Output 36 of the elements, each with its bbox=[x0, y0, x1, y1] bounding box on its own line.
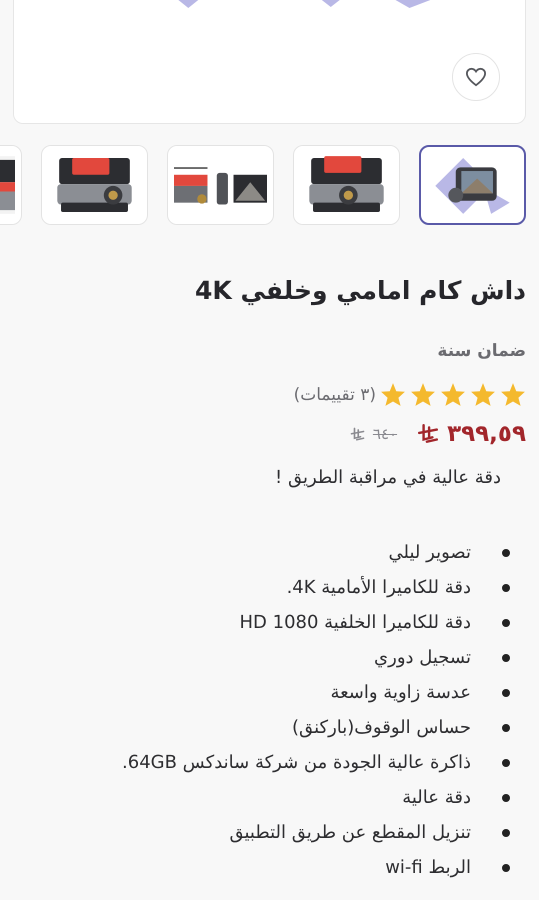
product-tagline: دقة عالية في مراقبة الطريق ! bbox=[274, 466, 501, 490]
feature-item: تسجيل دوري bbox=[374, 647, 471, 668]
heart-icon bbox=[465, 67, 487, 87]
star-icon bbox=[470, 382, 496, 407]
star-icon bbox=[380, 382, 406, 407]
feature-item: عدسة زاوية واسعة bbox=[330, 682, 471, 703]
feature-item: ذاكرة عالية الجودة من شركة ساندكس 64GB. bbox=[122, 752, 471, 773]
bullet-icon bbox=[502, 794, 510, 802]
bullet-icon bbox=[502, 724, 510, 732]
star-icon bbox=[440, 382, 466, 407]
current-price: ٣٩٩,٥٩ bbox=[447, 421, 526, 447]
feature-item: دقة للكاميرا الخلفية HD 1080 bbox=[240, 612, 471, 633]
feature-item: دقة عالية bbox=[402, 787, 471, 808]
star-icon bbox=[410, 382, 436, 407]
feature-item: حساس الوقوف(باركنق) bbox=[292, 717, 471, 738]
bullet-icon bbox=[502, 654, 510, 662]
bullet-icon bbox=[502, 619, 510, 627]
warranty-label: ضمان سنة bbox=[436, 340, 526, 363]
bullet-icon bbox=[502, 759, 510, 767]
bullet-icon bbox=[502, 829, 510, 837]
product-title: داش كام امامي وخلفي 4K bbox=[194, 275, 526, 308]
riyal-icon bbox=[417, 423, 440, 445]
feature-item: الربط wi-fi bbox=[385, 857, 471, 878]
favorite-button[interactable] bbox=[452, 53, 500, 101]
bullet-icon bbox=[502, 549, 510, 557]
bullet-icon bbox=[502, 584, 510, 592]
feature-item: تنزيل المقطع عن طريق التطبيق bbox=[229, 822, 471, 843]
feature-item: دقة للكاميرا الأمامية 4K. bbox=[286, 577, 471, 598]
review-count: (٣ تقييمات) bbox=[294, 384, 376, 404]
bullet-icon bbox=[502, 864, 510, 872]
thumbnail[interactable] bbox=[419, 145, 526, 225]
bullet-icon bbox=[502, 689, 510, 697]
feature-item: تصوير ليلي bbox=[388, 542, 471, 563]
original-price: ٦٤٠ bbox=[372, 425, 398, 443]
star-icon bbox=[500, 382, 526, 407]
riyal-icon bbox=[350, 426, 365, 442]
